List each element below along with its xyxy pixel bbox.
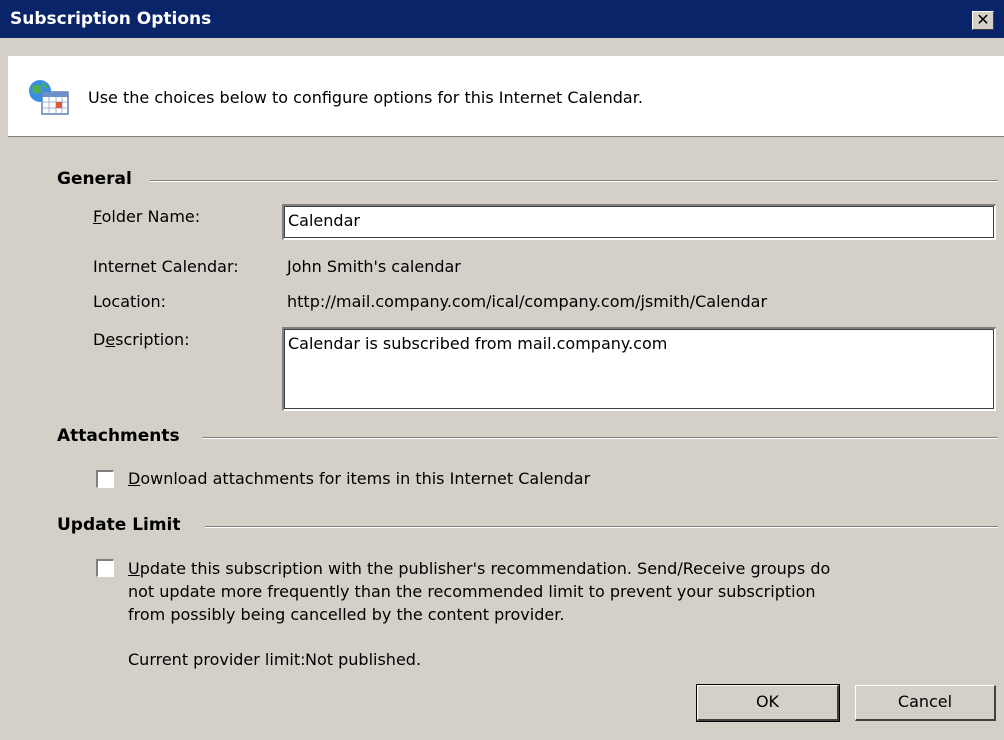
attachments-divider [202,437,998,439]
description-value: Calendar is subscribed from mail.company… [288,334,668,353]
update-subscription-line-2: not update more frequently than the reco… [128,582,816,601]
download-attachments-label[interactable]: Download attachments for items in this I… [128,469,590,488]
description-textarea[interactable]: Calendar is subscribed from mail.company… [282,327,996,411]
internet-calendar-value: John Smith's calendar [287,257,461,276]
attachments-heading: Attachments [57,426,188,446]
window-title: Subscription Options [10,9,212,29]
provider-limit-value: Not published. [305,650,422,669]
provider-limit-label: Current provider limit: [128,650,306,669]
header-panel: Use the choices below to configure optio… [8,56,1004,137]
title-bar: Subscription Options ✕ [0,0,1004,38]
update-subscription-line-1: Update this subscription with the publis… [128,557,830,580]
update-subscription-accel: U [128,559,140,578]
folder-name-label: Folder Name: [93,207,200,226]
update-subscription-line-3: from possibly being cancelled by the con… [128,605,565,624]
update-subscription-checkbox[interactable] [96,559,114,577]
description-label-pre: D [93,330,106,349]
header-description: Use the choices below to configure optio… [88,88,643,107]
ok-button[interactable]: OK [696,684,840,722]
location-value: http://mail.company.com/ical/company.com… [287,292,768,311]
update-subscription-line-1-text: pdate this subscription with the publish… [139,559,831,578]
general-divider [150,180,998,182]
folder-name-label-text: older Name: [101,207,201,226]
description-label: Description: [93,330,190,349]
general-heading: General [57,169,140,189]
update-limit-heading: Update Limit [57,515,189,535]
download-attachments-checkbox[interactable] [96,470,114,488]
folder-name-value: Calendar [288,211,360,230]
cancel-button[interactable]: Cancel [855,685,996,721]
update-subscription-label[interactable]: Update this subscription with the publis… [128,557,830,626]
download-attachments-accel: D [128,469,141,488]
internet-calendar-label: Internet Calendar: [93,257,239,276]
folder-name-input[interactable]: Calendar [282,204,996,240]
download-attachments-text: ownload attachments for items in this In… [140,469,591,488]
close-button[interactable]: ✕ [972,11,994,30]
location-label: Location: [93,292,167,311]
close-icon: ✕ [976,10,990,29]
update-limit-divider [205,526,998,528]
folder-name-accel: F [93,207,102,226]
description-accel: e [105,330,116,349]
internet-calendar-icon [29,80,69,115]
description-label-text: scription: [115,330,190,349]
